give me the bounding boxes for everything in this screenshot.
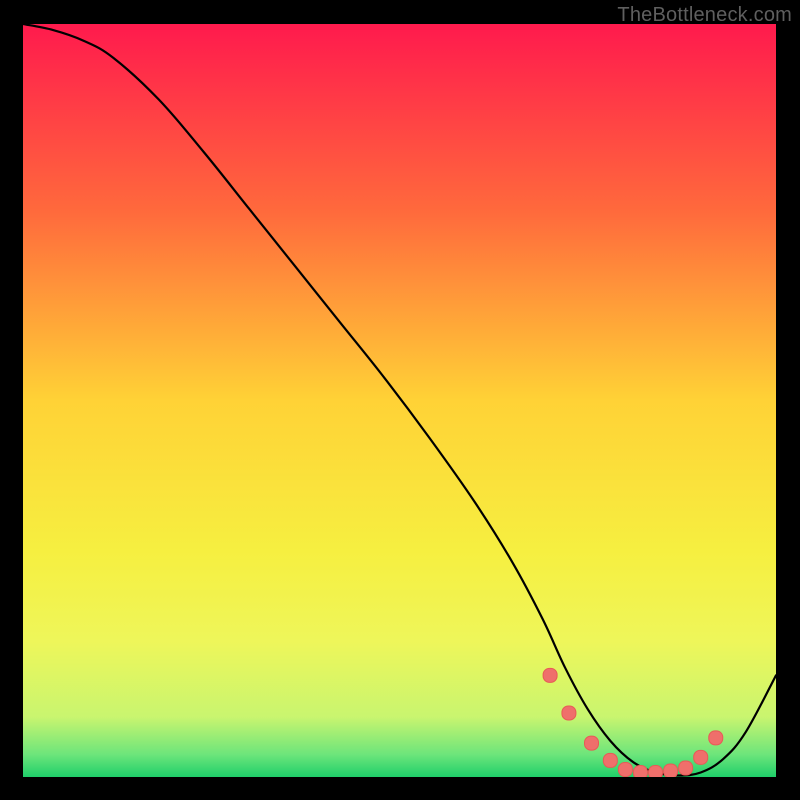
curve-marker [562,706,576,720]
curve-marker [694,750,708,764]
curve-marker [585,736,599,750]
curve-marker [543,668,557,682]
chart-svg [23,24,776,777]
curve-marker [649,765,663,777]
chart-container [23,24,776,777]
curve-marker [664,764,678,777]
chart-background [23,24,776,777]
curve-marker [709,731,723,745]
curve-marker [618,762,632,776]
curve-marker [633,765,647,777]
curve-marker [603,753,617,767]
curve-marker [679,761,693,775]
